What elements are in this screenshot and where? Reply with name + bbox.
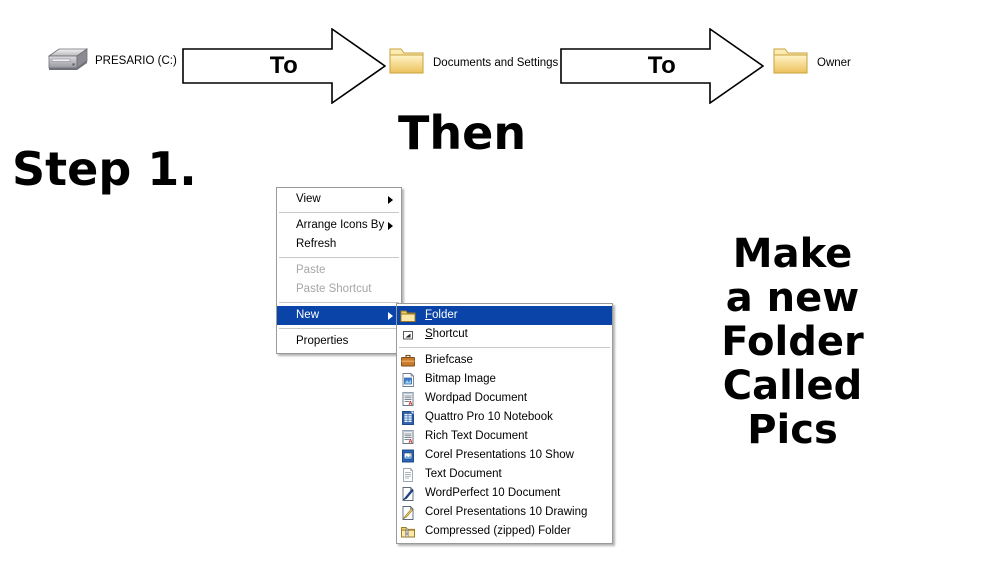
submenu-item-compressed-folder-label: Compressed (zipped) Folder [425, 525, 571, 537]
menu-item-properties-label: Properties [296, 335, 349, 347]
submenu-item-briefcase-label: Briefcase [425, 354, 473, 366]
menu-item-refresh[interactable]: Refresh [277, 235, 401, 254]
instruction-line-3: Folder [721, 319, 864, 365]
submenu-item-quattro-pro-notebook-label: Quattro Pro 10 Notebook [425, 411, 553, 423]
submenu-item-wordperfect-document[interactable]: WordPerfect 10 Document [397, 484, 612, 503]
submenu-item-text-document-label: Text Document [425, 468, 502, 480]
corel-drawing-icon [397, 503, 419, 522]
menu-item-view-label: View [296, 193, 321, 205]
shortcut-icon [397, 325, 419, 344]
menu-separator [399, 347, 610, 348]
submenu-item-quattro-pro-notebook[interactable]: Quattro Pro 10 Notebook [397, 408, 612, 427]
desktop-context-menu[interactable]: View Arrange Icons By Refresh Paste Past… [276, 187, 402, 354]
heading-then: Then [398, 106, 527, 160]
path-step-drive: PRESARIO (C:) [42, 46, 177, 76]
navigation-path-row: PRESARIO (C:) To Documents and Settings … [0, 0, 989, 110]
submenu-item-bitmap-image-label: Bitmap Image [425, 373, 496, 385]
menu-item-paste-label: Paste [296, 264, 326, 276]
menu-item-properties[interactable]: Properties [277, 332, 401, 351]
instruction-line-2: a new [725, 275, 860, 321]
menu-item-paste-shortcut-label: Paste Shortcut [296, 283, 372, 295]
compressed-folder-icon [397, 522, 419, 541]
menu-item-new[interactable]: New [277, 306, 401, 325]
rich-text-icon: A [397, 427, 419, 446]
path-step-owner-label: Owner [817, 56, 851, 69]
menu-separator [279, 257, 399, 258]
folder-icon [772, 44, 810, 81]
text-document-icon [397, 465, 419, 484]
bitmap-image-icon [397, 370, 419, 389]
menu-item-paste: Paste [277, 261, 401, 280]
submenu-item-compressed-folder[interactable]: Compressed (zipped) Folder [397, 522, 612, 541]
submenu-item-wordperfect-document-label: WordPerfect 10 Document [425, 487, 561, 499]
submenu-item-shortcut-label: Shortcut [425, 328, 468, 340]
flow-arrow-2-label: To [647, 52, 677, 79]
submenu-item-folder-label: Folder [425, 309, 458, 321]
submenu-item-shortcut[interactable]: Shortcut [397, 325, 612, 344]
svg-text:A: A [409, 439, 413, 445]
hard-drive-icon [42, 46, 89, 76]
svg-text:A: A [409, 401, 413, 407]
folder-icon [397, 306, 419, 325]
menu-item-paste-shortcut: Paste Shortcut [277, 280, 401, 299]
instruction-line-4: Called [722, 363, 863, 409]
chevron-right-icon [388, 195, 393, 204]
new-submenu[interactable]: Folder Shortcut Briefcase Bitmap Image A… [396, 303, 613, 544]
submenu-item-folder[interactable]: Folder [397, 306, 612, 325]
submenu-item-wordpad-document[interactable]: A Wordpad Document [397, 389, 612, 408]
path-step-drive-label: PRESARIO (C:) [95, 55, 177, 67]
menu-item-view[interactable]: View [277, 190, 401, 209]
heading-step-1: Step 1. [12, 142, 197, 196]
path-step-owner: Owner [772, 44, 851, 81]
path-step-documents-and-settings: Documents and Settings [388, 44, 558, 81]
flow-arrow-2: To [560, 28, 764, 104]
submenu-item-corel-presentations-drawing-label: Corel Presentations 10 Drawing [425, 506, 588, 518]
folder-icon [388, 44, 426, 81]
submenu-item-briefcase[interactable]: Briefcase [397, 351, 612, 370]
wordperfect-icon [397, 484, 419, 503]
submenu-item-wordpad-document-label: Wordpad Document [425, 392, 528, 404]
flow-arrow-1-label: To [269, 52, 299, 79]
submenu-item-rich-text-document-label: Rich Text Document [425, 430, 528, 442]
menu-item-arrange-icons-by[interactable]: Arrange Icons By [277, 216, 401, 235]
submenu-item-corel-presentations-show-label: Corel Presentations 10 Show [425, 449, 574, 461]
instruction-text-block: Make a new Folder Called Pics [700, 232, 885, 452]
chevron-right-icon [388, 221, 393, 230]
path-step-documents-and-settings-label: Documents and Settings [433, 56, 559, 69]
briefcase-icon [397, 351, 419, 370]
menu-separator [279, 212, 399, 213]
menu-item-refresh-label: Refresh [296, 238, 337, 250]
quattro-pro-icon [397, 408, 419, 427]
chevron-right-icon [388, 311, 393, 320]
menu-separator [279, 328, 399, 329]
submenu-item-corel-presentations-drawing[interactable]: Corel Presentations 10 Drawing [397, 503, 612, 522]
submenu-item-rich-text-document[interactable]: A Rich Text Document [397, 427, 612, 446]
menu-separator [279, 302, 399, 303]
corel-show-icon [397, 446, 419, 465]
submenu-item-bitmap-image[interactable]: Bitmap Image [397, 370, 612, 389]
submenu-item-text-document[interactable]: Text Document [397, 465, 612, 484]
menu-item-arrange-icons-by-label: Arrange Icons By [296, 219, 385, 231]
flow-arrow-1: To [182, 28, 386, 104]
menu-item-new-label: New [296, 309, 320, 321]
instruction-line-1: Make [732, 231, 853, 277]
instruction-line-5: Pics [747, 407, 838, 453]
wordpad-document-icon: A [397, 389, 419, 408]
submenu-item-corel-presentations-show[interactable]: Corel Presentations 10 Show [397, 446, 612, 465]
